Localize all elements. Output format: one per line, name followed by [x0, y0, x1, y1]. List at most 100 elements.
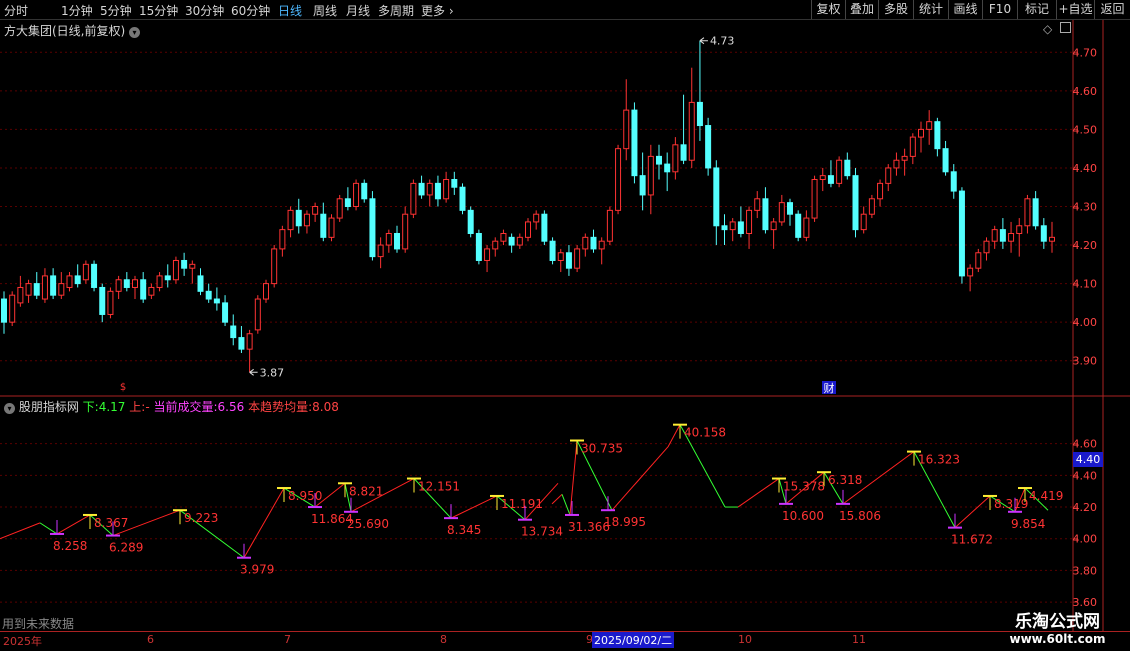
candle-body — [123, 279, 130, 288]
tab-8[interactable]: 周线 — [313, 2, 337, 19]
trough-volume-label: 25.690 — [347, 517, 389, 531]
candle-body — [844, 159, 851, 177]
candle-body — [1016, 225, 1023, 234]
chevron-down-icon[interactable]: ▾ — [4, 403, 15, 414]
current-price-tag: 4.40 — [1073, 452, 1103, 467]
toolbar-button-5[interactable]: 画线 — [948, 0, 982, 19]
tab-9[interactable]: 月线 — [346, 2, 370, 19]
candle-body — [475, 232, 482, 261]
diamond-icon[interactable]: ◇ — [1043, 22, 1052, 36]
candle-body — [25, 283, 32, 296]
peak-volume-label: 16.323 — [918, 453, 960, 467]
kline-chart[interactable]: 4.70 4.60 4.50 4.40 4.30 4.20 4.10 4.00 3.90 4.73… — [0, 20, 1130, 632]
candle-body — [737, 221, 744, 234]
toolbar-button-7[interactable]: 标记 — [1017, 0, 1056, 19]
tab-1[interactable]: 分时 — [4, 2, 28, 19]
candle-body — [672, 144, 679, 173]
candle-body — [901, 155, 908, 161]
date-label-month: 7 — [284, 633, 291, 646]
candle-body — [713, 167, 720, 227]
chart-area[interactable]: 4.70 4.60 4.50 4.40 4.30 4.20 4.10 4.00 3.90 4.73… — [0, 20, 1130, 632]
peak-volume-label: 40.158 — [684, 426, 726, 440]
candle-body — [213, 298, 220, 304]
tab-7[interactable]: 日线 — [278, 2, 302, 19]
high-price-label: 4.73 — [710, 35, 735, 48]
candle-body — [705, 125, 712, 169]
price-tick-label: 4.30 — [1073, 201, 1098, 214]
dividend-marker: $ — [120, 382, 126, 393]
trend-a-segment — [39, 522, 58, 535]
toolbar-button-4[interactable]: 统计 — [913, 0, 948, 19]
candle-body — [885, 167, 892, 184]
candle-body — [811, 179, 818, 219]
toolbar-button-3[interactable]: 多股 — [878, 0, 913, 19]
trough-volume-label: 15.806 — [839, 509, 881, 523]
indicator-name: 股朋指标网 — [18, 400, 79, 414]
toolbar-button-9[interactable]: 返回 — [1094, 0, 1130, 19]
candle-body — [271, 248, 278, 285]
price-tick-label: 4.00 — [1073, 316, 1098, 329]
selected-date: 2025/09/02/二 — [592, 632, 675, 648]
candle-body — [140, 279, 147, 300]
trend-b-segment — [667, 424, 681, 448]
chevron-down-icon[interactable]: ▾ — [129, 27, 141, 38]
tab-5[interactable]: 30分钟 — [185, 2, 224, 19]
candle-body — [598, 240, 605, 250]
candle-body — [688, 101, 695, 161]
candle-body — [222, 302, 229, 323]
date-label-month: 8 — [440, 633, 447, 646]
candle-body — [402, 213, 409, 250]
trend-b-segment — [551, 494, 563, 505]
candle-body — [451, 179, 458, 188]
candle-body — [574, 248, 581, 269]
candle-body — [770, 221, 777, 231]
candle-body — [17, 286, 24, 304]
candle-body — [181, 259, 188, 269]
candle-body — [328, 217, 335, 238]
up-value: - — [145, 400, 150, 414]
tab-10[interactable]: 多周期 — [378, 2, 414, 19]
candle-body — [344, 198, 351, 208]
candle-body — [287, 209, 294, 231]
candle-body — [500, 232, 507, 242]
candle-body — [656, 155, 662, 165]
volume-value: 6.56 — [217, 400, 245, 414]
toolbar-button-2[interactable]: 叠加 — [845, 0, 878, 19]
toolbar-button-6[interactable]: F10 — [982, 0, 1017, 19]
trough-volume-label: 18.995 — [604, 515, 646, 529]
peak-volume-label: 9.223 — [184, 511, 218, 525]
candle-body — [721, 225, 728, 231]
candle-body — [958, 190, 965, 277]
maximize-icon[interactable] — [1060, 22, 1072, 33]
tab-3[interactable]: 5分钟 — [100, 2, 132, 19]
tab-4[interactable]: 15分钟 — [139, 2, 178, 19]
candle-body — [909, 136, 916, 157]
toolbar-button-1[interactable]: 复权 — [811, 0, 845, 19]
candle-body — [762, 198, 769, 231]
tab-2[interactable]: 1分钟 — [61, 2, 93, 19]
volume-label: 当前成交量: — [153, 400, 218, 414]
indicator-tick-label: 4.40 — [1073, 469, 1098, 482]
candle-body — [41, 275, 48, 300]
toolbar-button-8[interactable]: +自选 — [1056, 0, 1094, 19]
trend-a-segment — [243, 487, 285, 558]
candle-body — [983, 240, 990, 254]
candle-body — [205, 290, 212, 300]
candle-body — [729, 221, 736, 231]
low-price-label: 3.87 — [260, 366, 285, 379]
candle-body — [827, 175, 834, 184]
tab-11[interactable]: 更多 › — [421, 2, 454, 19]
date-axis[interactable]: 2025年 6 7 8 9 2025/09/02/二 10 11 — [0, 631, 1130, 651]
candle-body — [877, 182, 884, 200]
candle-body — [66, 275, 73, 288]
candle-body — [426, 182, 433, 196]
trough-volume-label: 11.672 — [951, 533, 993, 547]
tab-6[interactable]: 60分钟 — [231, 2, 270, 19]
candle-body — [942, 148, 949, 173]
candle-body — [484, 248, 491, 261]
indicator-title: ▾ 股朋指标网 下:4.17 上:- 当前成交量:6.56 本趋势均量:8.08 — [4, 398, 339, 415]
candle-body — [50, 275, 57, 296]
peak-volume-label: 15.378 — [783, 480, 825, 494]
peak-volume-label: 8.821 — [349, 484, 383, 498]
candle-body — [33, 283, 40, 296]
